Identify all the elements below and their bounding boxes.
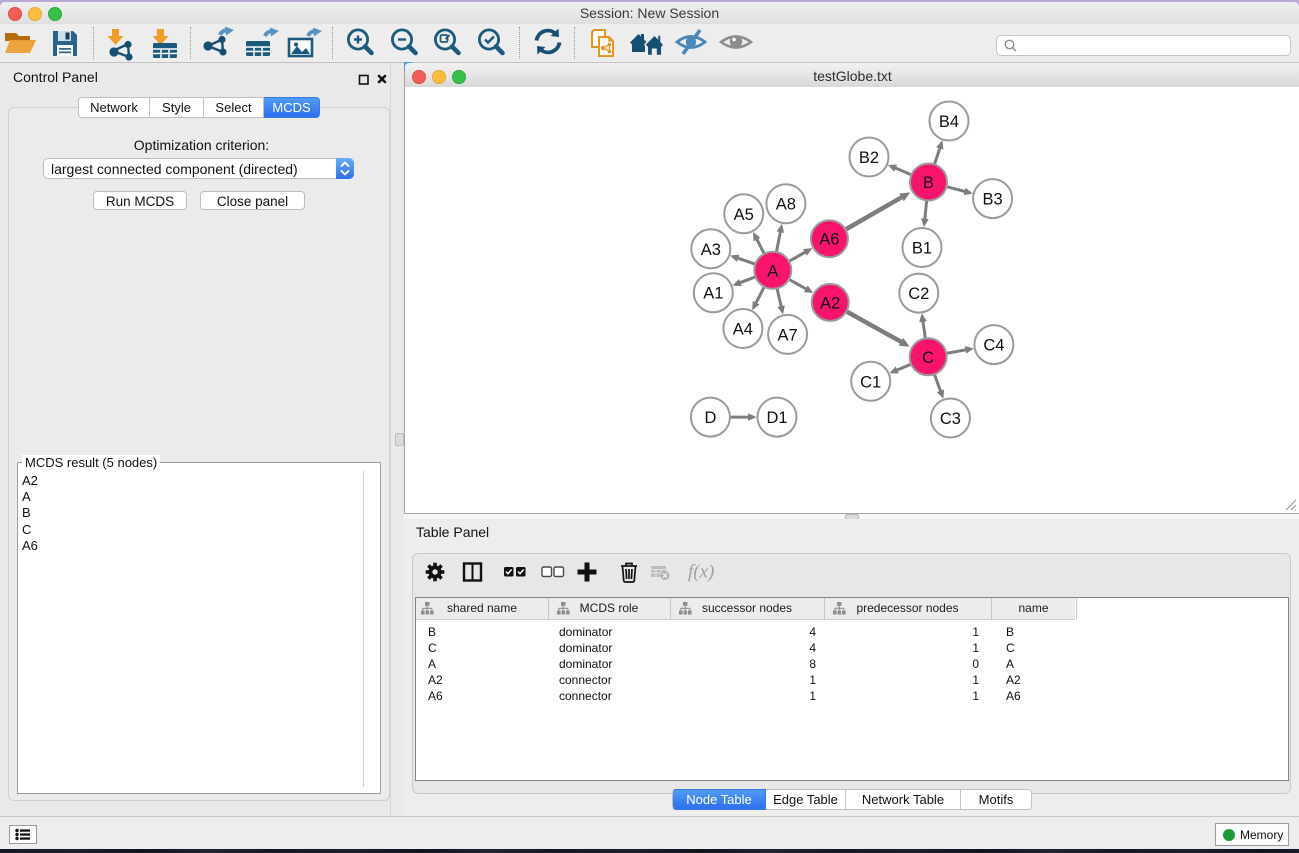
svg-text:B1: B1	[912, 240, 932, 258]
svg-text:A3: A3	[701, 241, 721, 259]
svg-text:B2: B2	[859, 149, 879, 167]
svg-text:A1: A1	[703, 285, 723, 303]
svg-text:A6: A6	[819, 231, 839, 249]
svg-text:C1: C1	[860, 373, 881, 391]
svg-text:A7: A7	[778, 326, 798, 344]
svg-text:C3: C3	[940, 410, 961, 428]
svg-text:C4: C4	[983, 337, 1004, 355]
svg-text:A: A	[767, 262, 778, 280]
svg-text:A2: A2	[820, 294, 840, 312]
svg-text:B3: B3	[983, 191, 1003, 209]
svg-text:C2: C2	[908, 285, 929, 303]
svg-text:D1: D1	[766, 409, 787, 427]
svg-text:A5: A5	[734, 206, 754, 224]
svg-text:D: D	[704, 409, 716, 427]
svg-text:A8: A8	[776, 196, 796, 214]
svg-text:A4: A4	[733, 321, 753, 339]
svg-text:C: C	[922, 349, 934, 367]
svg-text:B4: B4	[939, 113, 959, 131]
svg-text:f(x): f(x)	[688, 562, 714, 583]
svg-text:B: B	[923, 174, 934, 192]
